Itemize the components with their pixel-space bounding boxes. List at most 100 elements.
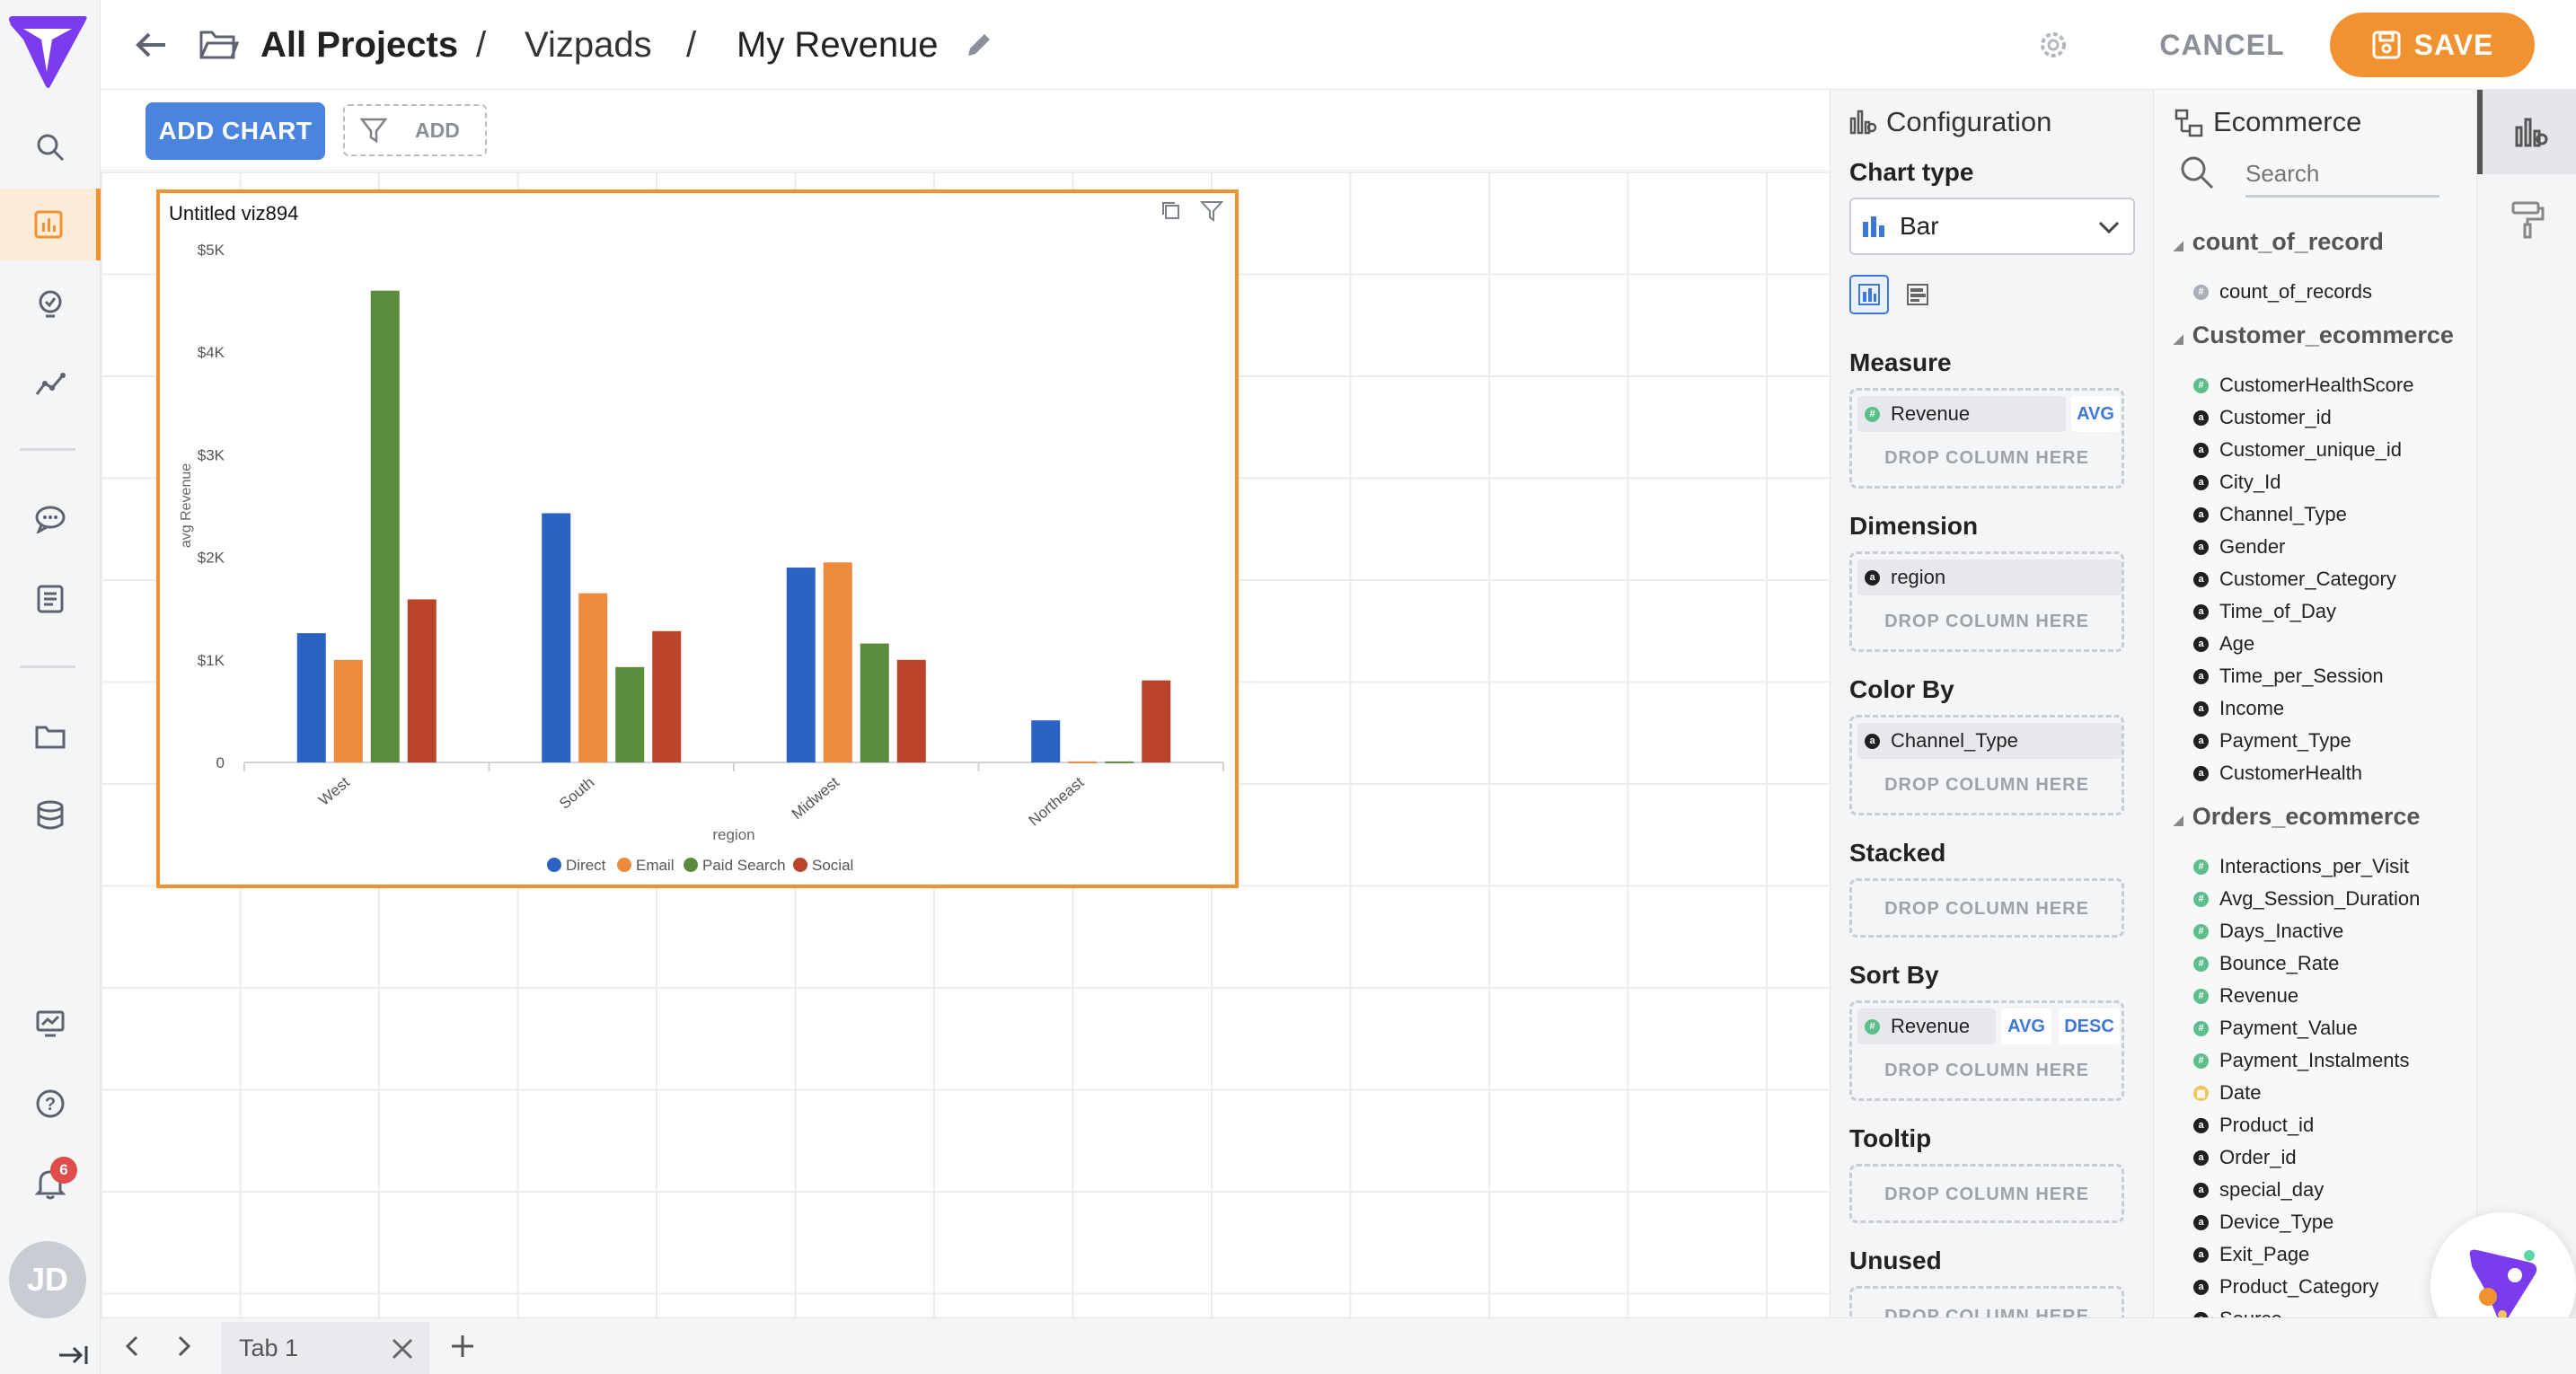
tooltip-dropzone[interactable]: DROP COLUMN HERE [1849, 1164, 2124, 1223]
field-item[interactable]: a Customer_id [2193, 402, 2332, 433]
nav-docs[interactable] [0, 563, 101, 635]
tab-next-button[interactable] [171, 1333, 198, 1360]
field-name: Exit_Page [2219, 1243, 2310, 1265]
sort-by-pill[interactable]: # Revenue [1857, 1008, 1996, 1044]
field-group-count_of_record[interactable]: ◢ count_of_record [2174, 228, 2384, 256]
sort-by-aggregation[interactable]: AVG [2001, 1008, 2051, 1044]
dimension-dropzone[interactable]: a region DROP COLUMN HERE [1849, 551, 2124, 652]
field-item[interactable]: # Days_Inactive [2193, 916, 2343, 947]
save-button[interactable]: SAVE [2330, 13, 2535, 77]
field-item[interactable]: a Income [2193, 693, 2284, 724]
field-item[interactable]: a Customer_unique_id [2193, 435, 2402, 465]
viz-card[interactable]: Untitled viz894 0 $1K $2K $3K $4K $5K avg Reve… [156, 189, 1239, 888]
nav-datasets[interactable] [0, 779, 101, 851]
plus-icon [452, 1335, 473, 1357]
page-title[interactable]: My Revenue [737, 22, 939, 68]
add-tab-button[interactable] [447, 1331, 478, 1361]
breadcrumb-vizpads[interactable]: Vizpads [525, 22, 652, 68]
back-button[interactable] [131, 27, 171, 63]
field-item[interactable]: a Age [2193, 629, 2254, 659]
color-by-drop-text: DROP COLUMN HERE [1884, 775, 2089, 795]
field-item[interactable]: # Payment_Instalments [2193, 1045, 2410, 1076]
search-icon [37, 134, 65, 162]
color-by-field-name: Channel_Type [1891, 729, 2018, 752]
measure-dropzone[interactable]: # Revenue AVG DROP COLUMN HERE [1849, 388, 2124, 489]
field-name: Gender [2219, 535, 2286, 558]
tab-1[interactable]: Tab 1 [221, 1322, 429, 1374]
style-tab[interactable] [2477, 183, 2576, 255]
field-item[interactable]: a Payment_Type [2193, 726, 2351, 756]
filter-icon [359, 118, 388, 144]
sort-direction[interactable]: DESC [2059, 1008, 2120, 1044]
configuration-tab[interactable] [2477, 90, 2576, 174]
field-item[interactable]: a CustomerHealth [2193, 758, 2362, 788]
field-item[interactable]: a Exit_Page [2193, 1239, 2309, 1270]
chart-type-select[interactable]: Bar [1849, 198, 2135, 255]
collapse-nav-button[interactable] [56, 1342, 92, 1369]
measure-aggregation[interactable]: AVG [2071, 396, 2120, 432]
field-item[interactable]: # CustomerHealthScore [2193, 370, 2413, 401]
user-avatar[interactable]: JD [9, 1241, 86, 1318]
x-tick-label: Midwest [789, 773, 842, 823]
settings-button[interactable] [2037, 29, 2069, 61]
field-item[interactable]: a Customer_Category [2193, 564, 2396, 595]
field-item[interactable]: a Gender [2193, 532, 2285, 562]
legend-entry: Paid Search [702, 857, 786, 874]
sort-by-dropzone[interactable]: # Revenue AVG DESC DROP COLUMN HERE [1849, 1000, 2124, 1101]
string-type-icon: a [2193, 1279, 2209, 1295]
field-item[interactable]: a Device_Type [2193, 1207, 2333, 1237]
horizontal-bar-toggle[interactable] [1898, 275, 1937, 314]
app-logo[interactable] [5, 13, 92, 90]
save-icon [2372, 31, 2401, 59]
configuration-icon [2515, 118, 2548, 147]
bar-chart-icon [34, 210, 62, 239]
field-item[interactable]: # Interactions_per_Visit [2193, 851, 2409, 882]
field-item[interactable]: # Payment_Value [2193, 1013, 2358, 1044]
left-nav: ? 6 JD [0, 0, 101, 1374]
field-group-Customer_ecommerce[interactable]: ◢ Customer_ecommerce [2174, 321, 2454, 349]
field-name: Date [2219, 1081, 2262, 1104]
stacked-dropzone[interactable]: DROP COLUMN HERE [1849, 878, 2124, 938]
field-item[interactable]: # Avg_Session_Duration [2193, 884, 2420, 914]
unused-dropzone[interactable]: DROP COLUMN HERE [1849, 1286, 2124, 1317]
nav-help[interactable]: ? [0, 1068, 101, 1140]
tab-prev-button[interactable] [119, 1333, 146, 1360]
field-item[interactable]: # count_of_records [2193, 277, 2372, 307]
measure-pill[interactable]: # Revenue [1857, 396, 2066, 432]
field-item[interactable]: a City_Id [2193, 467, 2280, 498]
field-item[interactable]: a Product_Category [2193, 1272, 2378, 1302]
cancel-button[interactable]: CANCEL [2150, 27, 2294, 63]
dimension-pill[interactable]: a region [1857, 559, 2122, 595]
field-item[interactable]: aSource [2193, 1304, 2282, 1317]
field-item[interactable]: a Time_per_Session [2193, 661, 2384, 691]
color-by-pill[interactable]: a Channel_Type [1857, 723, 2122, 759]
field-item[interactable]: # Bounce_Rate [2193, 948, 2339, 979]
field-item[interactable]: a Time_of_Day [2193, 596, 2336, 627]
field-item[interactable]: ▦ Date [2193, 1078, 2261, 1108]
nav-chat[interactable] [0, 483, 101, 555]
field-item[interactable]: a Product_id [2193, 1110, 2314, 1141]
field-item[interactable]: a Order_id [2193, 1142, 2297, 1173]
nav-monitor[interactable] [0, 988, 101, 1060]
numeric-type-icon: # [1865, 406, 1880, 422]
breadcrumb-all-projects[interactable]: All Projects [260, 22, 458, 68]
string-type-icon: a [1865, 733, 1880, 749]
add-chart-button[interactable]: ADD CHART [146, 102, 325, 160]
vertical-bar-toggle[interactable] [1849, 275, 1889, 314]
edit-title-button[interactable] [963, 29, 995, 61]
field-group-Orders_ecommerce[interactable]: ◢ Orders_ecommerce [2174, 803, 2420, 831]
nav-notifications[interactable]: 6 [0, 1148, 101, 1220]
nav-insights[interactable] [0, 269, 101, 341]
nav-projects[interactable] [0, 700, 101, 772]
field-name: special_day [2219, 1178, 2325, 1201]
nav-analytics[interactable] [0, 348, 101, 420]
color-by-dropzone[interactable]: a Channel_Type DROP COLUMN HERE [1849, 715, 2124, 815]
field-name: Interactions_per_Visit [2219, 855, 2410, 877]
field-item[interactable]: # Revenue [2193, 981, 2298, 1011]
nav-charts[interactable] [0, 189, 101, 260]
field-item[interactable]: a special_day [2193, 1175, 2324, 1205]
field-item[interactable]: a Channel_Type [2193, 499, 2347, 530]
close-icon[interactable] [390, 1336, 415, 1361]
add-filter-button[interactable]: ADD [343, 104, 487, 156]
nav-search[interactable] [0, 111, 101, 183]
